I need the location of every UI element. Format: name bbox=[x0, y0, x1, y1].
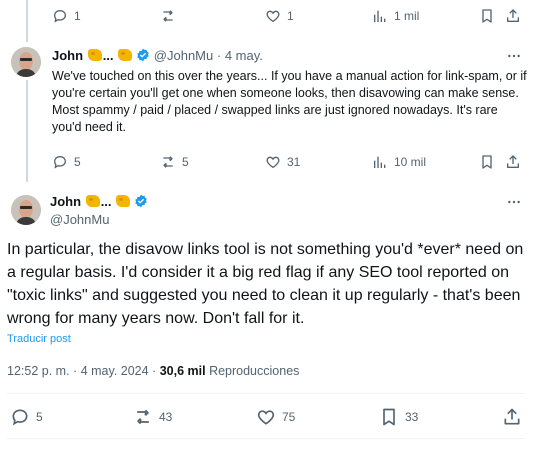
post-date[interactable]: 4 may. bbox=[225, 48, 263, 63]
retweet-button[interactable]: 43 bbox=[133, 407, 172, 427]
reply-icon bbox=[53, 155, 67, 169]
separator-dot: · bbox=[152, 364, 157, 378]
separator-dot: · bbox=[73, 364, 78, 378]
bookmark-button[interactable] bbox=[479, 8, 495, 24]
verified-icon bbox=[135, 194, 147, 208]
like-button[interactable]: 1 bbox=[265, 8, 294, 24]
bookmark-icon bbox=[482, 155, 492, 169]
retweet-icon bbox=[137, 409, 149, 425]
views-count: 30,6 mil bbox=[159, 364, 206, 378]
like-count: 31 bbox=[287, 155, 301, 169]
post-meta: 12:52 p. m. · 4 may. 2024 · 30,6 mil Rep… bbox=[7, 364, 299, 378]
like-icon bbox=[257, 410, 275, 425]
reply-count: 5 bbox=[36, 410, 43, 424]
cheese-emoji bbox=[85, 195, 100, 207]
cheese-emoji bbox=[116, 195, 131, 207]
thread-line bbox=[26, 0, 28, 42]
retweet-count: 5 bbox=[182, 155, 189, 169]
like-button[interactable]: 75 bbox=[256, 407, 295, 427]
avatar[interactable] bbox=[11, 47, 41, 77]
share-button[interactable] bbox=[505, 154, 521, 170]
separator-dot: · bbox=[216, 48, 222, 63]
more-icon bbox=[508, 54, 520, 58]
bookmark-button[interactable] bbox=[479, 154, 495, 170]
views-button[interactable]: 1 mil bbox=[372, 8, 419, 24]
like-button[interactable]: 31 bbox=[265, 154, 300, 170]
author-handle[interactable]: @JohnMu bbox=[50, 212, 109, 227]
retweet-button[interactable] bbox=[160, 8, 182, 24]
like-icon bbox=[266, 10, 280, 23]
retweet-icon bbox=[163, 156, 173, 168]
views-count: 10 mil bbox=[394, 155, 427, 169]
divider bbox=[7, 438, 524, 439]
views-icon bbox=[374, 156, 386, 168]
name-ellipsis: ... bbox=[100, 194, 112, 209]
like-count: 1 bbox=[287, 9, 294, 23]
more-icon bbox=[508, 200, 520, 204]
more-button[interactable] bbox=[506, 48, 522, 69]
tweet2-header: John ... @JohnMu · 4 may. bbox=[52, 48, 263, 63]
author-name[interactable]: John bbox=[52, 48, 83, 63]
reply-button[interactable]: 1 bbox=[52, 8, 81, 24]
reply-icon bbox=[53, 9, 67, 23]
avatar[interactable] bbox=[11, 195, 41, 225]
divider bbox=[7, 393, 524, 394]
retweet-icon bbox=[163, 10, 173, 22]
views-count: 1 mil bbox=[394, 9, 420, 23]
views-label: Reproducciones bbox=[209, 364, 300, 378]
translate-link[interactable]: Traducir post bbox=[7, 333, 71, 345]
author-name[interactable]: John bbox=[50, 194, 81, 209]
bookmark-count: 33 bbox=[405, 410, 419, 424]
cheese-emoji bbox=[87, 49, 102, 61]
share-icon bbox=[507, 155, 519, 168]
tweet3-text: In particular, the disavow links tool is… bbox=[7, 241, 524, 327]
bookmark-icon bbox=[383, 408, 395, 426]
tweet2-text: We've touched on this over the years... … bbox=[52, 69, 527, 134]
share-icon bbox=[504, 408, 520, 425]
cheese-emoji bbox=[118, 49, 133, 61]
bookmark-icon bbox=[482, 9, 492, 23]
retweet-count: 43 bbox=[159, 410, 173, 424]
post-time[interactable]: 12:52 p. m. bbox=[7, 364, 70, 378]
like-count: 75 bbox=[282, 410, 296, 424]
bookmark-button[interactable]: 33 bbox=[379, 407, 418, 427]
name-ellipsis: ... bbox=[102, 48, 114, 63]
share-icon bbox=[507, 9, 519, 22]
reply-icon bbox=[12, 409, 28, 426]
more-button[interactable] bbox=[506, 194, 522, 215]
tweet3-header: John ... bbox=[50, 194, 148, 209]
share-button[interactable] bbox=[502, 407, 522, 427]
views-icon bbox=[374, 10, 386, 22]
reply-button[interactable]: 5 bbox=[52, 154, 81, 170]
retweet-button[interactable]: 5 bbox=[160, 154, 189, 170]
reply-button[interactable]: 5 bbox=[10, 407, 43, 427]
like-icon bbox=[266, 156, 280, 169]
reply-count: 5 bbox=[74, 155, 81, 169]
views-button[interactable]: 10 mil bbox=[372, 154, 426, 170]
share-button[interactable] bbox=[505, 8, 521, 24]
author-handle[interactable]: @JohnMu bbox=[154, 48, 213, 63]
verified-icon bbox=[137, 48, 149, 62]
thread-line bbox=[26, 80, 28, 182]
post-date[interactable]: 4 may. 2024 bbox=[81, 364, 149, 378]
reply-count: 1 bbox=[74, 9, 81, 23]
